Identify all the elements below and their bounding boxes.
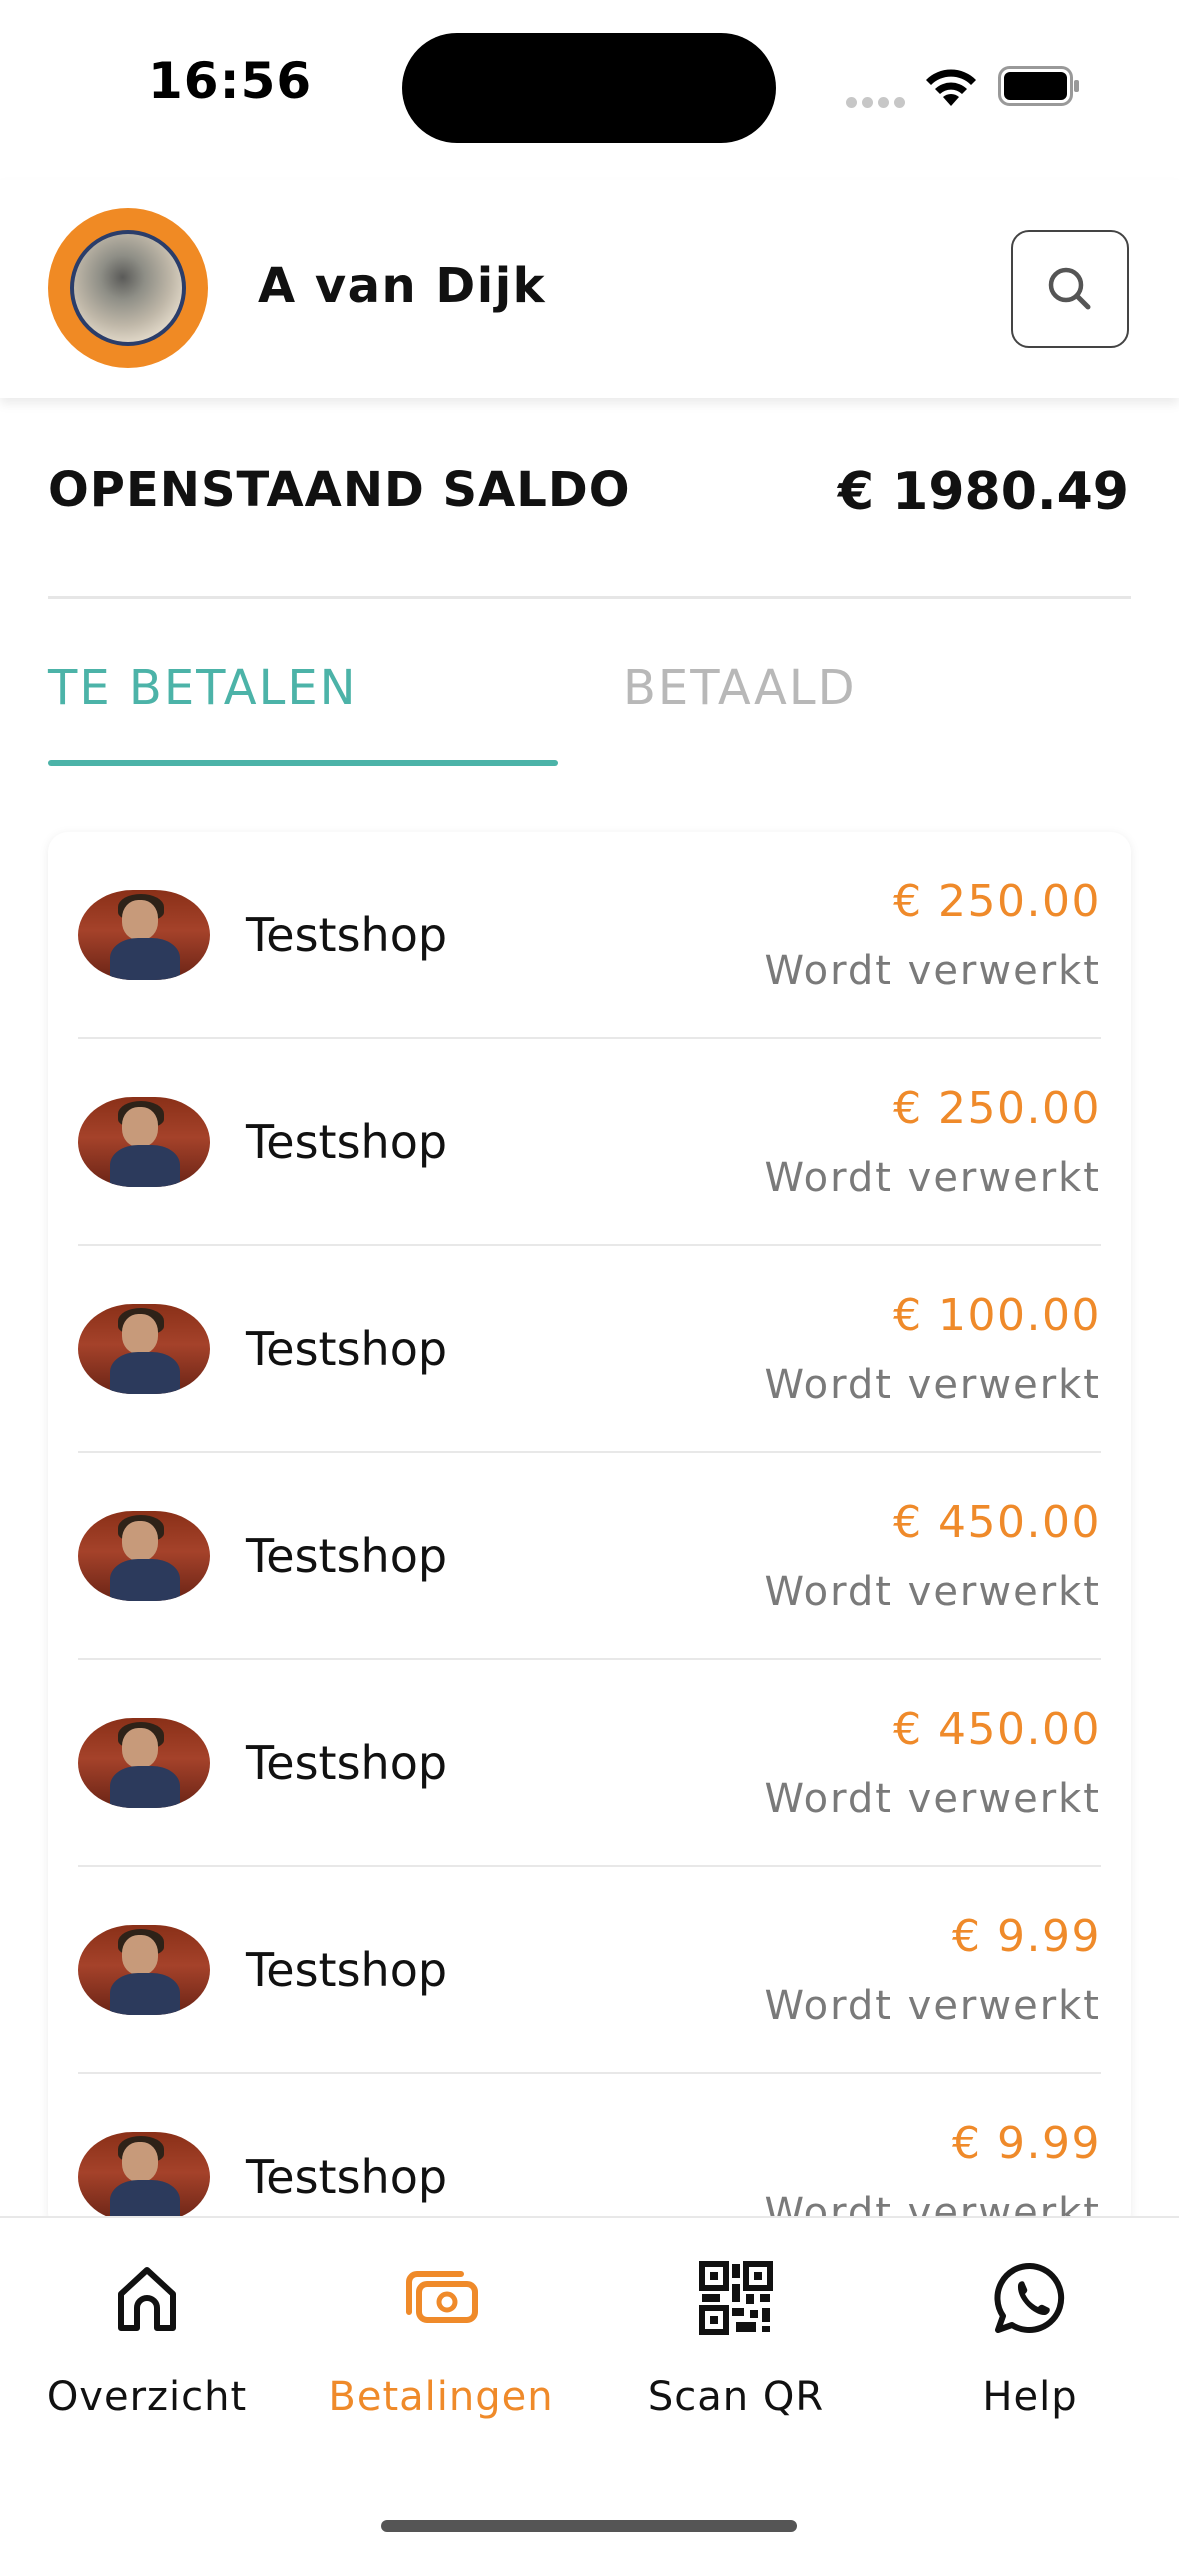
list-item[interactable]: Testshop € 450.00 Wordt verwerkt bbox=[78, 1660, 1101, 1867]
shop-name: Testshop bbox=[246, 1322, 448, 1376]
payment-amount: € 450.00 bbox=[893, 1704, 1101, 1755]
battery-icon bbox=[998, 66, 1079, 106]
qr-code-icon bbox=[699, 2261, 773, 2335]
nav-label: Scan QR bbox=[647, 2374, 825, 2420]
tab-te-betalen[interactable]: TE BETALEN bbox=[48, 660, 358, 716]
shop-name: Testshop bbox=[246, 1115, 448, 1169]
payment-amount: € 250.00 bbox=[893, 1083, 1101, 1134]
home-icon bbox=[118, 2267, 176, 2331]
wifi-icon bbox=[926, 69, 976, 106]
payments-list: Testshop € 250.00 Wordt verwerkt Testsho… bbox=[48, 832, 1131, 2232]
list-item[interactable]: Testshop € 250.00 Wordt verwerkt bbox=[78, 832, 1101, 1039]
tab-betaald[interactable]: BETAALD bbox=[623, 660, 857, 716]
nav-overzicht[interactable]: Overzicht bbox=[17, 2218, 277, 2438]
list-item[interactable]: Testshop € 250.00 Wordt verwerkt bbox=[78, 1039, 1101, 1246]
list-item[interactable]: Testshop € 9.99 Wordt verwerkt bbox=[78, 2074, 1101, 2232]
payment-amount: € 100.00 bbox=[893, 1290, 1101, 1341]
user-name: A van Dijk bbox=[258, 258, 547, 314]
avatar-image bbox=[70, 230, 186, 346]
shop-name: Testshop bbox=[246, 2150, 448, 2204]
nav-help[interactable]: Help bbox=[900, 2218, 1160, 2438]
payment-amount: € 9.99 bbox=[952, 2118, 1101, 2169]
divider bbox=[48, 596, 1131, 599]
status-bar: 16:56 bbox=[0, 0, 1179, 180]
nav-label: Betalingen bbox=[328, 2374, 554, 2420]
whatsapp-icon bbox=[994, 2262, 1065, 2333]
shop-logo bbox=[78, 1511, 210, 1601]
cash-icon bbox=[406, 2271, 478, 2323]
nav-scan-qr[interactable]: Scan QR bbox=[606, 2218, 866, 2438]
home-indicator[interactable] bbox=[381, 2520, 797, 2532]
nav-label: Overzicht bbox=[46, 2374, 248, 2420]
search-icon bbox=[1048, 267, 1091, 310]
payment-status: Wordt verwerkt bbox=[764, 1155, 1101, 1201]
shop-logo bbox=[78, 1718, 210, 1808]
list-item[interactable]: Testshop € 9.99 Wordt verwerkt bbox=[78, 1867, 1101, 2074]
shop-logo bbox=[78, 890, 210, 980]
bottom-nav: Overzicht Betalingen Scan QR Help bbox=[0, 2216, 1179, 2558]
shop-logo bbox=[78, 1925, 210, 2015]
payment-status: Wordt verwerkt bbox=[764, 948, 1101, 994]
payment-amount: € 450.00 bbox=[893, 1497, 1101, 1548]
shop-name: Testshop bbox=[246, 1529, 448, 1583]
balance-label: OPENSTAAND SALDO bbox=[48, 462, 631, 518]
payment-status: Wordt verwerkt bbox=[764, 1362, 1101, 1408]
payment-amount: € 250.00 bbox=[893, 876, 1101, 927]
shop-name: Testshop bbox=[246, 1736, 448, 1790]
payment-status: Wordt verwerkt bbox=[764, 1569, 1101, 1615]
app-header: A van Dijk bbox=[0, 180, 1179, 398]
shop-name: Testshop bbox=[246, 908, 448, 962]
avatar[interactable] bbox=[48, 208, 208, 368]
payment-status: Wordt verwerkt bbox=[764, 1983, 1101, 2029]
payment-status: Wordt verwerkt bbox=[764, 1776, 1101, 1822]
status-time: 16:56 bbox=[148, 52, 313, 110]
search-button[interactable] bbox=[1011, 230, 1129, 348]
shop-name: Testshop bbox=[246, 1943, 448, 1997]
list-item[interactable]: Testshop € 450.00 Wordt verwerkt bbox=[78, 1453, 1101, 1660]
shop-logo bbox=[78, 2132, 210, 2222]
dynamic-island bbox=[402, 33, 776, 143]
nav-betalingen[interactable]: Betalingen bbox=[311, 2218, 571, 2438]
list-item[interactable]: Testshop € 100.00 Wordt verwerkt bbox=[78, 1246, 1101, 1453]
active-tab-indicator bbox=[48, 760, 558, 766]
payment-amount: € 9.99 bbox=[952, 1911, 1101, 1962]
shop-logo bbox=[78, 1304, 210, 1394]
cellular-signal-icon bbox=[846, 93, 910, 112]
nav-label: Help bbox=[982, 2374, 1078, 2420]
balance-value: € 1980.49 bbox=[837, 462, 1129, 522]
shop-logo bbox=[78, 1097, 210, 1187]
